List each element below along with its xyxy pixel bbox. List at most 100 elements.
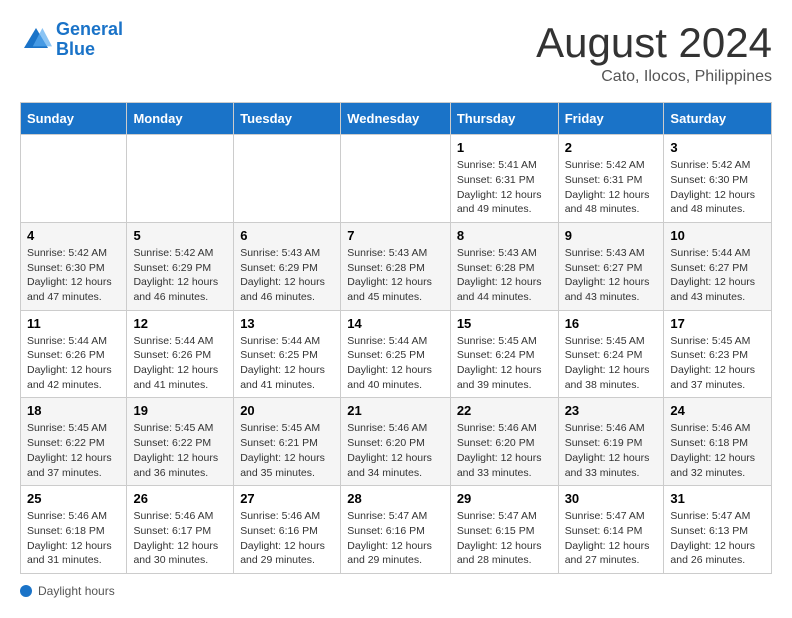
day-number: 8	[457, 228, 552, 243]
cell-text: Sunrise: 5:44 AM Sunset: 6:26 PM Dayligh…	[133, 334, 227, 393]
week-row-0: 1Sunrise: 5:41 AM Sunset: 6:31 PM Daylig…	[21, 135, 772, 223]
day-number: 26	[133, 491, 227, 506]
calendar-cell	[234, 135, 341, 223]
cell-text: Sunrise: 5:45 AM Sunset: 6:22 PM Dayligh…	[27, 421, 120, 480]
calendar-cell: 17Sunrise: 5:45 AM Sunset: 6:23 PM Dayli…	[664, 310, 772, 398]
week-row-2: 11 Sunrise: 5:44 AM Sunset: 6:26 PM Dayli…	[21, 310, 772, 398]
calendar-cell: 30 Sunrise: 5:47 AM Sunset: 6:14 PM Dayli…	[558, 486, 664, 574]
day-number: 12	[133, 316, 227, 331]
day-number: 2	[565, 140, 658, 155]
cell-text: Sunrise: 5:45 AM Sunset: 6:24 PM Dayligh…	[565, 334, 658, 393]
calendar-cell: 29Sunrise: 5:47 AM Sunset: 6:15 PM Dayli…	[450, 486, 558, 574]
day-number: 23	[565, 403, 658, 418]
day-number: 31	[670, 491, 765, 506]
calendar-cell: 31 Sunrise: 5:47 AM Sunset: 6:13 PM Dayli…	[664, 486, 772, 574]
day-number: 24	[670, 403, 765, 418]
calendar-cell: 22 Sunrise: 5:46 AM Sunset: 6:20 PM Dayli…	[450, 398, 558, 486]
logo-line2: Blue	[56, 39, 95, 59]
cell-text: Sunrise: 5:46 AM Sunset: 6:20 PM Dayligh…	[347, 421, 444, 480]
week-row-4: 25Sunrise: 5:46 AM Sunset: 6:18 PM Dayli…	[21, 486, 772, 574]
cell-text: Sunrise: 5:42 AM Sunset: 6:31 PM Dayligh…	[565, 158, 658, 217]
footer: Daylight hours	[20, 584, 772, 598]
calendar-cell	[21, 135, 127, 223]
cell-text: Sunrise: 5:45 AM Sunset: 6:24 PM Dayligh…	[457, 334, 552, 393]
calendar-cell: 4Sunrise: 5:42 AM Sunset: 6:30 PM Daylig…	[21, 222, 127, 310]
calendar-cell: 3 Sunrise: 5:42 AM Sunset: 6:30 PM Daylig…	[664, 135, 772, 223]
day-number: 13	[240, 316, 334, 331]
cell-text: Sunrise: 5:42 AM Sunset: 6:30 PM Dayligh…	[670, 158, 765, 217]
header-day-sunday: Sunday	[21, 103, 127, 135]
calendar-header: SundayMondayTuesdayWednesdayThursdayFrid…	[21, 103, 772, 135]
calendar-cell: 26 Sunrise: 5:46 AM Sunset: 6:17 PM Dayli…	[127, 486, 234, 574]
day-number: 19	[133, 403, 227, 418]
cell-text: Sunrise: 5:46 AM Sunset: 6:20 PM Dayligh…	[457, 421, 552, 480]
cell-text: Sunrise: 5:47 AM Sunset: 6:14 PM Dayligh…	[565, 509, 658, 568]
day-number: 5	[133, 228, 227, 243]
calendar-cell	[127, 135, 234, 223]
day-number: 16	[565, 316, 658, 331]
week-row-3: 18 Sunrise: 5:45 AM Sunset: 6:22 PM Dayli…	[21, 398, 772, 486]
week-row-1: 4Sunrise: 5:42 AM Sunset: 6:30 PM Daylig…	[21, 222, 772, 310]
day-number: 3	[670, 140, 765, 155]
cell-text: Sunrise: 5:43 AM Sunset: 6:28 PM Dayligh…	[457, 246, 552, 305]
day-number: 11	[27, 316, 120, 331]
calendar-cell	[341, 135, 451, 223]
footer-label: Daylight hours	[38, 584, 115, 598]
calendar-cell: 20Sunrise: 5:45 AM Sunset: 6:21 PM Dayli…	[234, 398, 341, 486]
calendar-cell: 1Sunrise: 5:41 AM Sunset: 6:31 PM Daylig…	[450, 135, 558, 223]
day-number: 22	[457, 403, 552, 418]
calendar-cell: 21Sunrise: 5:46 AM Sunset: 6:20 PM Dayli…	[341, 398, 451, 486]
header-day-monday: Monday	[127, 103, 234, 135]
cell-text: Sunrise: 5:46 AM Sunset: 6:18 PM Dayligh…	[670, 421, 765, 480]
day-number: 1	[457, 140, 552, 155]
day-number: 10	[670, 228, 765, 243]
calendar-cell: 24 Sunrise: 5:46 AM Sunset: 6:18 PM Dayli…	[664, 398, 772, 486]
day-number: 15	[457, 316, 552, 331]
cell-text: Sunrise: 5:46 AM Sunset: 6:17 PM Dayligh…	[133, 509, 227, 568]
logo-line1: General	[56, 19, 123, 39]
calendar-cell: 23 Sunrise: 5:46 AM Sunset: 6:19 PM Dayli…	[558, 398, 664, 486]
calendar-cell: 16 Sunrise: 5:45 AM Sunset: 6:24 PM Dayli…	[558, 310, 664, 398]
calendar-cell: 13Sunrise: 5:44 AM Sunset: 6:25 PM Dayli…	[234, 310, 341, 398]
cell-text: Sunrise: 5:47 AM Sunset: 6:13 PM Dayligh…	[670, 509, 765, 568]
day-number: 20	[240, 403, 334, 418]
calendar-cell: 11Sunrise: 5:44 AM Sunset: 6:26 PM Dayli…	[21, 310, 127, 398]
day-number: 30	[565, 491, 658, 506]
cell-text: Sunrise: 5:47 AM Sunset: 6:15 PM Dayligh…	[457, 509, 552, 568]
cell-text: Sunrise: 5:42 AM Sunset: 6:29 PM Dayligh…	[133, 246, 227, 305]
calendar-cell: 7Sunrise: 5:43 AM Sunset: 6:28 PM Daylig…	[341, 222, 451, 310]
day-number: 18	[27, 403, 120, 418]
header-day-friday: Friday	[558, 103, 664, 135]
calendar-cell: 10 Sunrise: 5:44 AM Sunset: 6:27 PM Dayli…	[664, 222, 772, 310]
day-number: 7	[347, 228, 444, 243]
calendar-cell: 27 Sunrise: 5:46 AM Sunset: 6:16 PM Dayli…	[234, 486, 341, 574]
title-block: August 2024 Cato, Ilocos, Philippines	[536, 20, 772, 86]
calendar-cell: 8 Sunrise: 5:43 AM Sunset: 6:28 PM Daylig…	[450, 222, 558, 310]
header-day-tuesday: Tuesday	[234, 103, 341, 135]
logo: General Blue	[20, 20, 123, 60]
header-day-thursday: Thursday	[450, 103, 558, 135]
cell-text: Sunrise: 5:46 AM Sunset: 6:18 PM Dayligh…	[27, 509, 120, 568]
calendar-cell: 5 Sunrise: 5:42 AM Sunset: 6:29 PM Daylig…	[127, 222, 234, 310]
logo-icon	[20, 24, 52, 56]
cell-text: Sunrise: 5:46 AM Sunset: 6:16 PM Dayligh…	[240, 509, 334, 568]
calendar-cell: 19Sunrise: 5:45 AM Sunset: 6:22 PM Dayli…	[127, 398, 234, 486]
page-subtitle: Cato, Ilocos, Philippines	[536, 68, 772, 86]
day-number: 27	[240, 491, 334, 506]
cell-text: Sunrise: 5:47 AM Sunset: 6:16 PM Dayligh…	[347, 509, 444, 568]
day-number: 14	[347, 316, 444, 331]
header-day-saturday: Saturday	[664, 103, 772, 135]
cell-text: Sunrise: 5:44 AM Sunset: 6:27 PM Dayligh…	[670, 246, 765, 305]
cell-text: Sunrise: 5:46 AM Sunset: 6:19 PM Dayligh…	[565, 421, 658, 480]
calendar-body: 1Sunrise: 5:41 AM Sunset: 6:31 PM Daylig…	[21, 135, 772, 574]
calendar-cell: 18 Sunrise: 5:45 AM Sunset: 6:22 PM Dayli…	[21, 398, 127, 486]
calendar-cell: 12 Sunrise: 5:44 AM Sunset: 6:26 PM Dayli…	[127, 310, 234, 398]
cell-text: Sunrise: 5:44 AM Sunset: 6:25 PM Dayligh…	[347, 334, 444, 393]
calendar-cell: 15 Sunrise: 5:45 AM Sunset: 6:24 PM Dayli…	[450, 310, 558, 398]
header-day-wednesday: Wednesday	[341, 103, 451, 135]
day-number: 9	[565, 228, 658, 243]
calendar-table: SundayMondayTuesdayWednesdayThursdayFrid…	[20, 102, 772, 574]
day-number: 6	[240, 228, 334, 243]
header-row: SundayMondayTuesdayWednesdayThursdayFrid…	[21, 103, 772, 135]
cell-text: Sunrise: 5:42 AM Sunset: 6:30 PM Dayligh…	[27, 246, 120, 305]
